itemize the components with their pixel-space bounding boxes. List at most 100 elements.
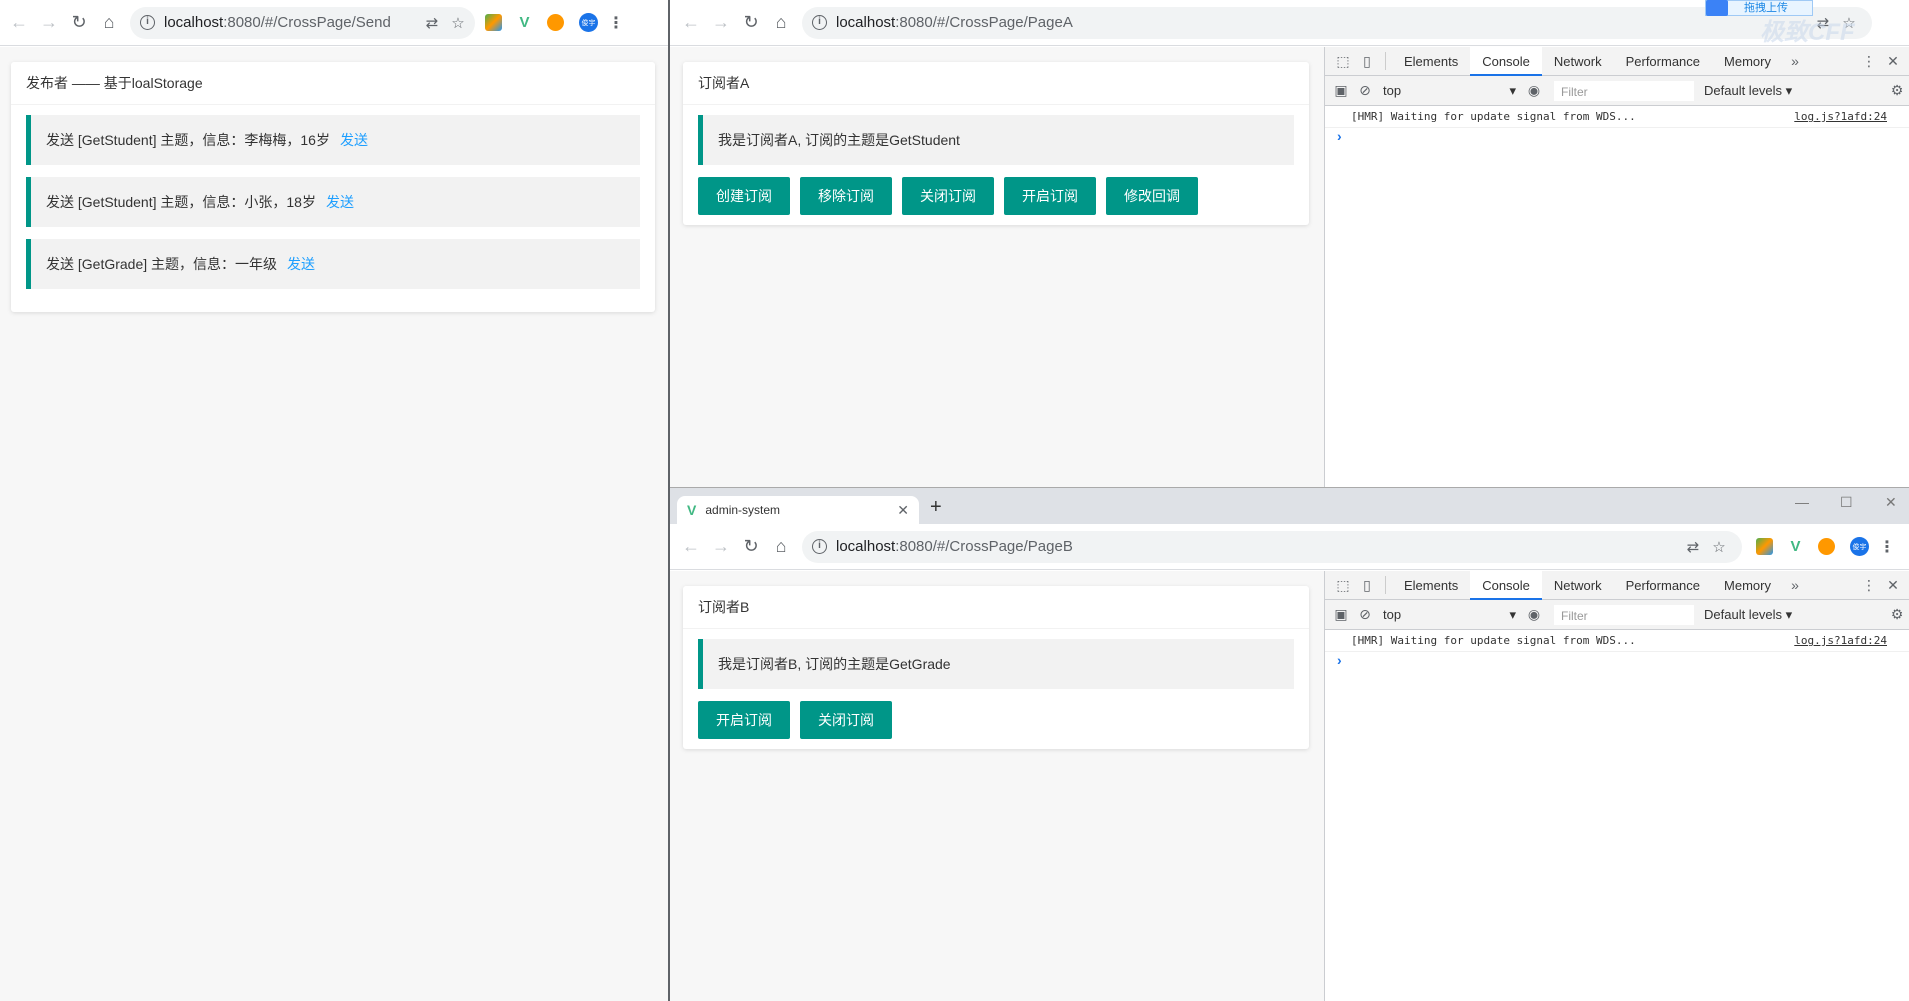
console-message: [HMR] Waiting for update signal from WDS…	[1325, 630, 1909, 652]
extension-icon[interactable]	[1756, 538, 1773, 555]
forward-icon[interactable]: →	[706, 8, 736, 38]
close-window-icon[interactable]: ✕	[1885, 494, 1897, 511]
sidebar-toggle-icon[interactable]: ▣	[1329, 600, 1353, 629]
reload-icon[interactable]: ↻	[64, 8, 94, 38]
subscriber-a-page: 订阅者A 我是订阅者A, 订阅的主题是GetStudent 创建订阅 移除订阅 …	[670, 47, 1324, 487]
levels-value: Default levels	[1704, 82, 1783, 98]
remove-subscription-button[interactable]: 移除订阅	[800, 177, 892, 215]
reload-icon[interactable]: ↻	[736, 532, 766, 562]
home-icon[interactable]: ⌂	[766, 8, 796, 38]
baidu-logo-icon	[1706, 0, 1728, 16]
console-message: [HMR] Waiting for update signal from WDS…	[1325, 106, 1909, 128]
modify-callback-button[interactable]: 修改回调	[1106, 177, 1198, 215]
back-icon[interactable]: ←	[676, 8, 706, 38]
tab-elements[interactable]: Elements	[1392, 571, 1470, 600]
send-link[interactable]: 发送	[340, 130, 368, 150]
forward-icon[interactable]: →	[706, 532, 736, 562]
tab-elements[interactable]: Elements	[1392, 47, 1470, 76]
eye-icon[interactable]: ◉	[1522, 76, 1546, 105]
close-subscription-button[interactable]: 关闭订阅	[800, 701, 892, 739]
message-item: 发送 [GetGrade] 主题，信息：一年级 发送	[26, 239, 640, 289]
eye-icon[interactable]: ◉	[1522, 600, 1546, 629]
console-source-link[interactable]: log.js?1afd:24	[1794, 110, 1887, 123]
back-icon[interactable]: ←	[676, 532, 706, 562]
vue-devtools-icon[interactable]: V	[516, 14, 533, 31]
menu-icon[interactable]: ⋮	[1877, 537, 1897, 557]
info-icon[interactable]: i	[812, 539, 827, 554]
subscriber-a-window: ← → ↻ ⌂ i localhost:8080/#/CrossPage/Pag…	[670, 0, 1909, 487]
url-path: :8080/#/CrossPage/Send	[223, 14, 391, 31]
subscriber-b-page: 订阅者B 我是订阅者B, 订阅的主题是GetGrade 开启订阅 关闭订阅	[670, 571, 1324, 1001]
extension-orange-icon[interactable]	[547, 14, 564, 31]
filter-input[interactable]: Filter	[1554, 604, 1694, 625]
subscriber-a-card: 订阅者A 我是订阅者A, 订阅的主题是GetStudent 创建订阅 移除订阅 …	[683, 62, 1309, 225]
filter-input[interactable]: Filter	[1554, 80, 1694, 101]
maximize-icon[interactable]: ☐	[1840, 494, 1853, 511]
chevron-down-icon: ▾	[1509, 82, 1516, 98]
tab-memory[interactable]: Memory	[1712, 571, 1783, 600]
more-tabs-icon[interactable]: »	[1783, 47, 1807, 76]
message-item: 发送 [GetStudent] 主题，信息：李梅梅，16岁 发送	[26, 115, 640, 165]
context-select[interactable]: top ▾	[1377, 607, 1522, 623]
settings-icon[interactable]: ⚙	[1885, 76, 1909, 105]
tab-admin-system[interactable]: V admin-system ✕	[677, 496, 919, 524]
settings-icon[interactable]: ⚙	[1885, 600, 1909, 629]
subscription-info: 我是订阅者B, 订阅的主题是GetGrade	[698, 639, 1294, 689]
vue-devtools-icon[interactable]: V	[1787, 538, 1804, 555]
extension-icon[interactable]	[485, 14, 502, 31]
new-tab-icon[interactable]: +	[930, 496, 942, 519]
console-prompt[interactable]: ›	[1325, 652, 1909, 670]
close-icon[interactable]: ✕	[1881, 571, 1905, 600]
context-select[interactable]: top ▾	[1377, 83, 1522, 99]
inspect-icon[interactable]: ⬚	[1331, 571, 1355, 600]
close-icon[interactable]: ✕	[897, 502, 909, 519]
star-icon[interactable]: ☆	[1706, 534, 1732, 560]
tab-console[interactable]: Console	[1470, 570, 1542, 600]
home-icon[interactable]: ⌂	[766, 532, 796, 562]
devtools-menu-icon[interactable]: ⋮	[1857, 571, 1881, 600]
open-subscription-button[interactable]: 开启订阅	[1004, 177, 1096, 215]
avatar[interactable]: 俊宇	[579, 13, 598, 32]
levels-select[interactable]: Default levels ▾	[1704, 607, 1792, 623]
more-tabs-icon[interactable]: »	[1783, 571, 1807, 600]
home-icon[interactable]: ⌂	[94, 8, 124, 38]
tab-performance[interactable]: Performance	[1614, 47, 1712, 76]
device-toggle-icon[interactable]: ▯	[1355, 571, 1379, 600]
devtools-menu-icon[interactable]: ⋮	[1857, 47, 1881, 76]
star-icon[interactable]: ☆	[445, 10, 471, 36]
console-prompt[interactable]: ›	[1325, 128, 1909, 146]
tab-console[interactable]: Console	[1470, 46, 1542, 76]
separator	[1385, 576, 1386, 594]
minimize-icon[interactable]: —	[1795, 494, 1809, 510]
back-icon[interactable]: ←	[4, 8, 34, 38]
close-subscription-button[interactable]: 关闭订阅	[902, 177, 994, 215]
tab-network[interactable]: Network	[1542, 47, 1614, 76]
inspect-icon[interactable]: ⬚	[1331, 47, 1355, 76]
reload-icon[interactable]: ↻	[736, 8, 766, 38]
levels-select[interactable]: Default levels ▾	[1704, 83, 1792, 99]
sidebar-toggle-icon[interactable]: ▣	[1329, 76, 1353, 105]
device-toggle-icon[interactable]: ▯	[1355, 47, 1379, 76]
send-link[interactable]: 发送	[287, 254, 315, 274]
clear-console-icon[interactable]: ⊘	[1353, 76, 1377, 105]
tab-performance[interactable]: Performance	[1614, 571, 1712, 600]
send-link[interactable]: 发送	[326, 192, 354, 212]
close-icon[interactable]: ✕	[1881, 47, 1905, 76]
open-subscription-button[interactable]: 开启订阅	[698, 701, 790, 739]
create-subscription-button[interactable]: 创建订阅	[698, 177, 790, 215]
publisher-window: ← → ↻ ⌂ i localhost:8080/#/CrossPage/Sen…	[0, 0, 670, 1001]
console-filterbar: ▣ ⊘ top ▾ ◉ Filter Default levels ▾ ⚙	[1325, 600, 1909, 630]
avatar[interactable]: 俊宇	[1850, 537, 1869, 556]
extension-orange-icon[interactable]	[1818, 538, 1835, 555]
forward-icon[interactable]: →	[34, 8, 64, 38]
tab-network[interactable]: Network	[1542, 571, 1614, 600]
info-icon[interactable]: i	[140, 15, 155, 30]
menu-icon[interactable]: ⋮	[606, 13, 626, 33]
info-icon[interactable]: i	[812, 15, 827, 30]
address-bar[interactable]: i localhost:8080/#/CrossPage/PageB ⇄ ☆	[802, 530, 1742, 563]
console-source-link[interactable]: log.js?1afd:24	[1794, 634, 1887, 647]
tab-memory[interactable]: Memory	[1712, 47, 1783, 76]
translate-icon[interactable]: ⇄	[1680, 534, 1706, 560]
translate-icon[interactable]: ⇄	[419, 10, 445, 36]
clear-console-icon[interactable]: ⊘	[1353, 600, 1377, 629]
